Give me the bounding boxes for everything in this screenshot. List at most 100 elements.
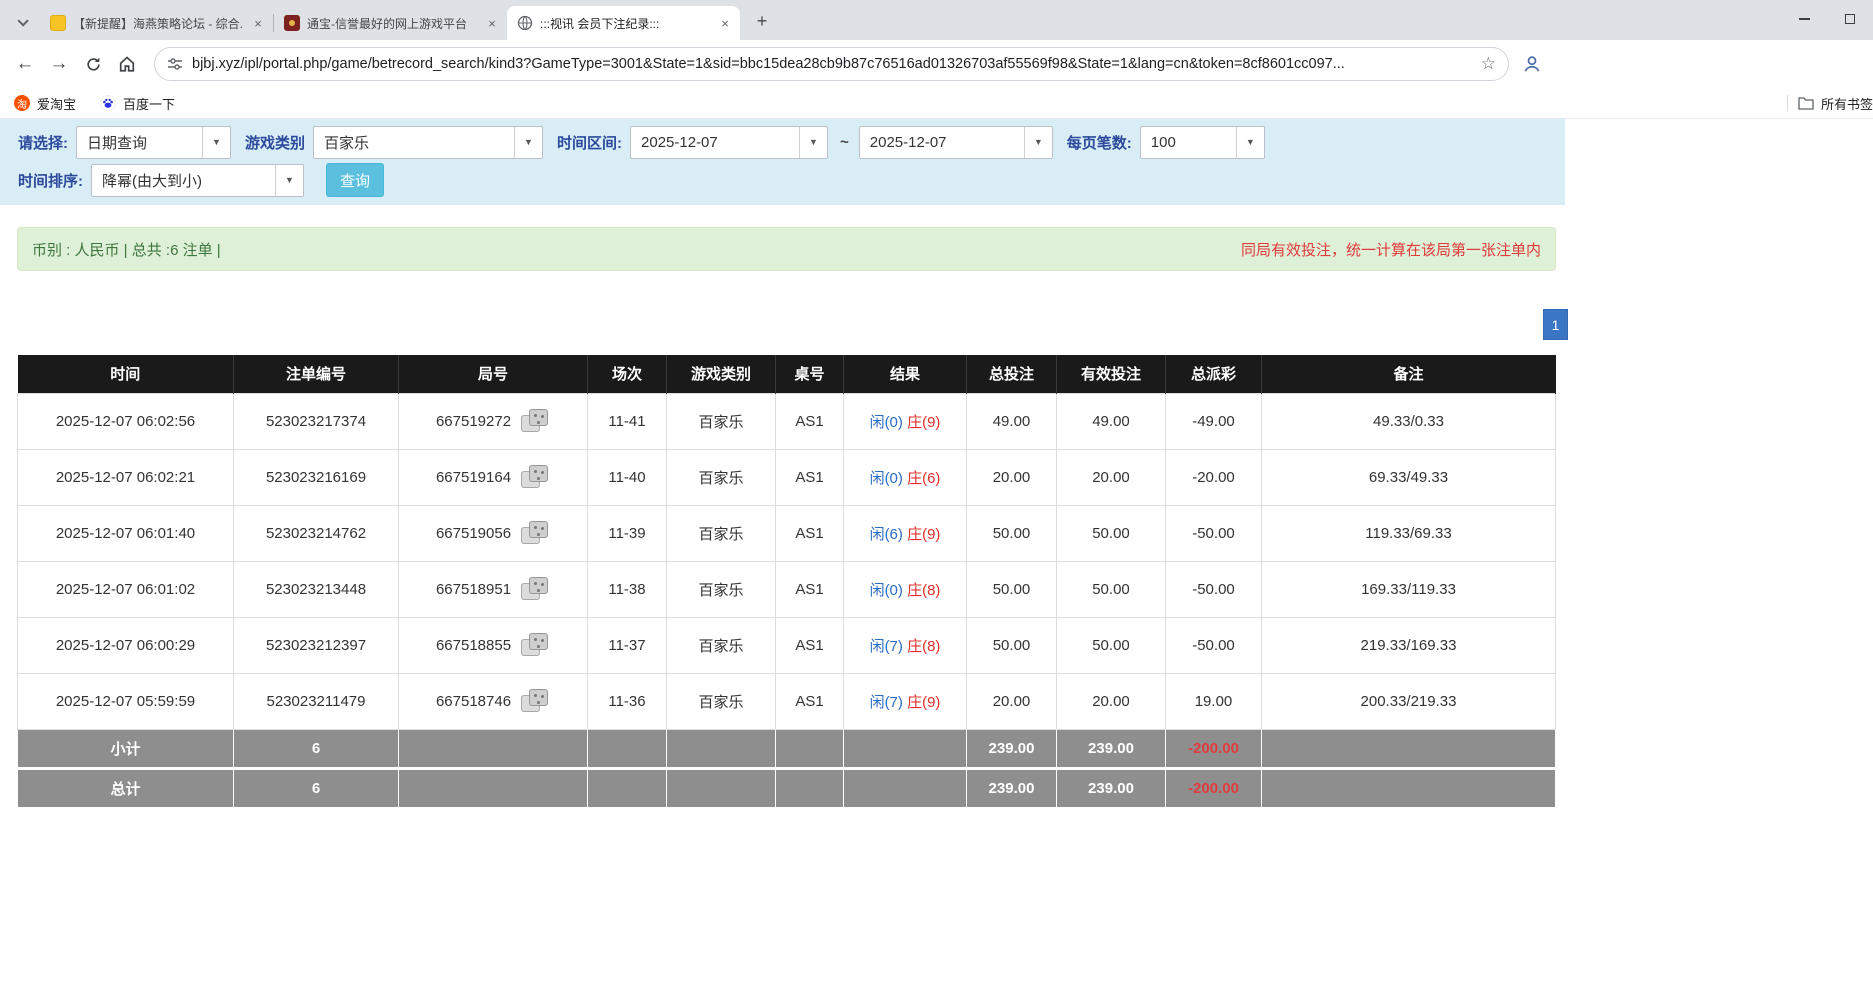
cell-note: 219.33/169.33 <box>1262 617 1556 673</box>
round-image-icon[interactable] <box>520 520 550 547</box>
date-to-select[interactable]: 2025-12-07 ▼ <box>859 126 1053 159</box>
reload-icon <box>85 56 102 73</box>
filter-row-2: 时间排序: 降幂(由大到小) ▼ 查询 <box>18 161 1565 199</box>
new-tab-button[interactable]: + <box>748 7 776 35</box>
cell-session: 11-38 <box>588 561 667 617</box>
cell-table-no: AS1 <box>776 617 844 673</box>
table-row: 2025-12-07 06:01:02 523023213448 6675189… <box>18 561 1556 617</box>
cell-total-bet-link[interactable]: 50.00 <box>967 505 1057 561</box>
profile-button[interactable] <box>1515 47 1549 81</box>
game-type-label: 游戏类别 <box>245 132 305 153</box>
empty-cell <box>399 729 588 768</box>
close-tab-icon[interactable]: × <box>717 15 733 31</box>
bookmark-baidu[interactable]: 百度一下 <box>100 94 175 113</box>
cell-total-bet-link[interactable]: 20.00 <box>967 673 1057 729</box>
cell-game-type: 百家乐 <box>667 449 776 505</box>
col-header-payout: 总派彩 <box>1166 355 1262 393</box>
bookmark-label: 百度一下 <box>123 94 175 113</box>
all-bookmarks-button[interactable]: 所有书签 <box>1798 94 1873 113</box>
tab-haiyan-forum[interactable]: 【新提醒】海燕策略论坛 - 综合... × <box>40 6 273 40</box>
query-type-value: 日期查询 <box>77 127 202 158</box>
result-player: 闲(7) <box>870 694 903 711</box>
bookmark-label: 爱淘宝 <box>37 94 76 113</box>
col-header-game-type: 游戏类别 <box>667 355 776 393</box>
query-type-select[interactable]: 日期查询 ▼ <box>76 126 231 159</box>
cell-valid-bet: 20.00 <box>1057 449 1166 505</box>
reload-button[interactable] <box>76 47 110 81</box>
total-total-bet: 239.00 <box>967 768 1057 807</box>
cell-bet-id: 523023212397 <box>234 617 399 673</box>
minimize-button[interactable] <box>1781 0 1827 38</box>
sort-label: 时间排序: <box>18 170 83 191</box>
dropdown-arrow-icon[interactable]: ▼ <box>275 165 303 196</box>
close-tab-icon[interactable]: × <box>484 15 500 31</box>
all-bookmarks-label: 所有书签 <box>1821 94 1873 113</box>
empty-cell <box>1262 768 1556 807</box>
tab-strip: 【新提醒】海燕策略论坛 - 综合... × 通宝-信誉最好的网上游戏平台 × :… <box>0 0 1873 40</box>
result-banker: 庄(9) <box>907 694 940 711</box>
date-from-select[interactable]: 2025-12-07 ▼ <box>630 126 828 159</box>
home-button[interactable] <box>110 47 144 81</box>
game-type-select[interactable]: 百家乐 ▼ <box>313 126 543 159</box>
query-button[interactable]: 查询 <box>326 163 384 197</box>
close-tab-icon[interactable]: × <box>250 15 266 31</box>
dropdown-arrow-icon[interactable]: ▼ <box>1236 127 1264 158</box>
cell-bet-id: 523023217374 <box>234 393 399 449</box>
empty-cell <box>1262 729 1556 768</box>
dropdown-arrow-icon[interactable]: ▼ <box>1024 127 1052 158</box>
sort-select[interactable]: 降幂(由大到小) ▼ <box>91 164 304 197</box>
cell-time: 2025-12-07 06:01:40 <box>18 505 234 561</box>
subtotal-total-bet: 239.00 <box>967 729 1057 768</box>
time-range-label: 时间区间: <box>557 132 622 153</box>
dropdown-arrow-icon[interactable]: ▼ <box>514 127 542 158</box>
cell-table-no: AS1 <box>776 561 844 617</box>
table-row: 2025-12-07 06:01:40 523023214762 6675190… <box>18 505 1556 561</box>
maximize-button[interactable] <box>1827 0 1873 38</box>
round-image-icon[interactable] <box>520 464 550 491</box>
bookmark-aitaobao[interactable]: 淘 爱淘宝 <box>14 94 76 113</box>
tab-search-button[interactable] <box>8 6 34 40</box>
round-image-icon[interactable] <box>520 688 550 715</box>
result-player: 闲(0) <box>870 414 903 431</box>
cell-game-type: 百家乐 <box>667 673 776 729</box>
address-bar[interactable]: bjbj.xyz/ipl/portal.php/game/betrecord_s… <box>154 47 1509 81</box>
round-image-icon[interactable] <box>520 408 550 435</box>
col-header-result: 结果 <box>844 355 967 393</box>
page-number-1[interactable]: 1 <box>1543 309 1568 340</box>
cell-result: 闲(6) 庄(9) <box>844 505 967 561</box>
table-row: 2025-12-07 06:02:56 523023217374 6675192… <box>18 393 1556 449</box>
cell-round: 667518746 <box>399 673 588 729</box>
tab-bet-records-active[interactable]: :::视讯 会员下注纪录::: × <box>507 6 740 40</box>
cell-total-bet-link[interactable]: 49.00 <box>967 393 1057 449</box>
cell-total-bet-link[interactable]: 50.00 <box>967 617 1057 673</box>
cell-round: 667519164 <box>399 449 588 505</box>
globe-icon <box>517 15 533 31</box>
round-image-icon[interactable] <box>520 632 550 659</box>
cell-time: 2025-12-07 06:01:02 <box>18 561 234 617</box>
result-player: 闲(6) <box>870 526 903 543</box>
cell-game-type: 百家乐 <box>667 393 776 449</box>
back-button[interactable]: ← <box>8 47 42 81</box>
cell-valid-bet: 49.00 <box>1057 393 1166 449</box>
sort-value: 降幂(由大到小) <box>92 165 275 196</box>
dropdown-arrow-icon[interactable]: ▼ <box>799 127 827 158</box>
cell-game-type: 百家乐 <box>667 561 776 617</box>
round-number: 667519272 <box>436 413 511 430</box>
cell-total-bet-link[interactable]: 20.00 <box>967 449 1057 505</box>
forward-button[interactable]: → <box>42 47 76 81</box>
site-info-icon[interactable] <box>167 56 183 72</box>
table-row: 2025-12-07 05:59:59 523023211479 6675187… <box>18 673 1556 729</box>
col-header-round: 局号 <box>399 355 588 393</box>
subtotal-label: 小计 <box>18 729 234 768</box>
cell-total-bet-link[interactable]: 50.00 <box>967 561 1057 617</box>
dropdown-arrow-icon[interactable]: ▼ <box>202 127 230 158</box>
empty-cell <box>399 768 588 807</box>
round-image-icon[interactable] <box>520 576 550 603</box>
page-size-select[interactable]: 100 ▼ <box>1140 126 1265 159</box>
baidu-paw-icon <box>100 95 116 111</box>
cell-result: 闲(7) 庄(9) <box>844 673 967 729</box>
tab-tongbao[interactable]: 通宝-信誉最好的网上游戏平台 × <box>274 6 507 40</box>
cell-note: 169.33/119.33 <box>1262 561 1556 617</box>
bookmark-star-icon[interactable]: ☆ <box>1481 54 1496 74</box>
chevron-down-icon <box>17 15 28 26</box>
